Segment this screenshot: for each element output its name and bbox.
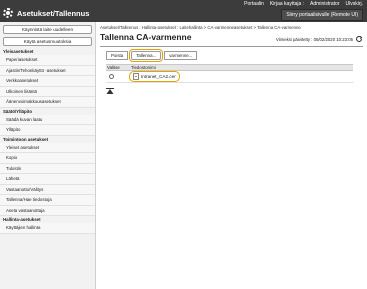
sidebar-item-volume[interactable]: Äänenvoimakkuusasetukset [0, 97, 95, 108]
top-bar: Portaalin Kirjaa kayttaja : Administrato… [0, 0, 367, 22]
sidebar-group-adjustment: Säätö/Ylläpito [3, 108, 33, 114]
sidebar: Käynnistä laite uudelleen Käytä asetusmu… [0, 22, 96, 289]
sidebar-item-store-access-files[interactable]: Tallenna/Hae tiedostoja [0, 195, 95, 206]
sidebar-item-send[interactable]: Lähetä [0, 174, 95, 185]
breadcrumb: Asetukset/Tallennus : Hallinta-asetukset… [100, 25, 301, 30]
sidebar-item-external-interface[interactable]: Ulkoinen liitäntä [0, 86, 95, 97]
sidebar-item-network[interactable]: Verkkoasetukset [0, 76, 95, 87]
portal-button[interactable]: Siirry portaalisivulle (Remote UI) [281, 9, 363, 21]
sidebar-item-common[interactable]: Yleiset asetukset [0, 142, 95, 153]
certificate-file-icon [133, 73, 139, 80]
sidebar-item-set-destination[interactable]: Aseta vastaanottaja [0, 205, 95, 216]
table-row: Intranet_CA2.cer [106, 71, 353, 83]
login-user-label: Kirjaa kayttaja : [269, 1, 305, 7]
toolbar: Poista Tallenna... varmenne... [106, 49, 198, 62]
main-content: Asetukset/Tallennus : Hallinta-asetukset… [100, 22, 365, 289]
app-title: Asetukset/Tallennus [3, 8, 89, 18]
sidebar-group-function: Toimintoon asetukset [3, 136, 49, 142]
title-divider [100, 46, 363, 47]
certificate-button[interactable]: varmenne... [164, 51, 198, 60]
sidebar-item-copy[interactable]: Kopio [0, 153, 95, 164]
file-cell: Intranet_CA2.cer [129, 71, 180, 82]
sidebar-item-user-management[interactable]: Käyttäjien hallinta [0, 223, 95, 234]
sidebar-item-timer-power[interactable]: Ajastin/Tehonkäyttö -asetukset [0, 65, 95, 76]
restart-device-button[interactable]: Käynnistä laite uudelleen [3, 25, 92, 34]
certificate-table: Valitse Tiedostonimi Intranet_CA2.cer [106, 64, 353, 83]
delete-button[interactable]: Poista [106, 51, 129, 60]
gear-icon [3, 8, 13, 18]
top-links: Portaalin Kirjaa kayttaja : Administrato… [244, 1, 363, 7]
save-button[interactable]: Tallenna... [129, 49, 164, 62]
table-header: Valitse Tiedostonimi [106, 64, 353, 71]
sidebar-group-management: Hallinta-asetukset [3, 217, 41, 222]
user-name: Administrator [310, 1, 340, 7]
back-to-top-icon[interactable] [106, 88, 114, 94]
refresh-icon[interactable] [355, 35, 363, 43]
apply-settings-button[interactable]: Käytä asetusmuutoksia [3, 37, 92, 46]
column-select: Valitse [107, 65, 120, 70]
sidebar-item-printer[interactable]: Tulostin [0, 163, 95, 174]
app-title-text: Asetukset/Tallennus [17, 8, 90, 18]
sidebar-group-general: Yleisasetukset [3, 49, 34, 54]
sidebar-item-maintenance[interactable]: Ylläpito [0, 125, 95, 136]
sidebar-item-receive-forward[interactable]: Vastaanotto/Välitys [0, 184, 95, 195]
file-name[interactable]: Intranet_CA2.cer [141, 74, 176, 79]
last-updated: Viimeksi päivitetty : 05/02/2020 10:23:0… [275, 37, 353, 42]
portal-link[interactable]: Portaalin [244, 1, 264, 7]
sidebar-item-paper[interactable]: Paperiasetukset [0, 55, 95, 66]
sidebar-item-image-quality[interactable]: Säädä kuvan laatu [0, 114, 95, 125]
select-radio[interactable] [109, 74, 114, 79]
column-filename: Tiedostonimi [131, 65, 156, 70]
sidebar-menu: Yleisasetukset Paperiasetukset Ajastin/T… [0, 48, 95, 234]
page-title: Tallenna CA-varmenne [100, 32, 192, 42]
logout-link[interactable]: Ulvskirj. [346, 1, 364, 7]
